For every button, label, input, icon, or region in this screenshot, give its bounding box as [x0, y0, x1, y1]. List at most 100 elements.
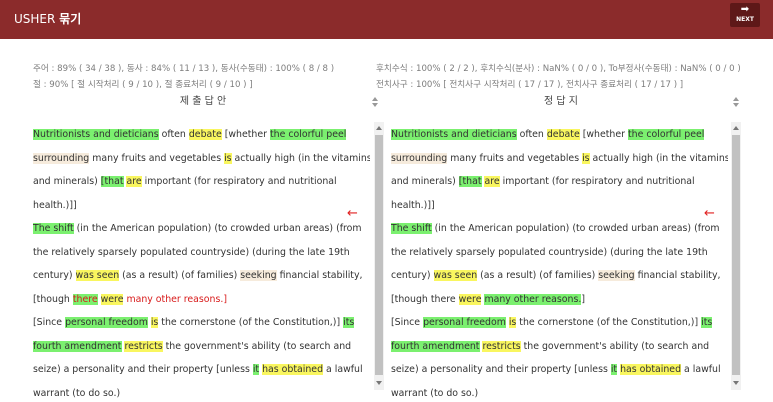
text-fragment: surrounding: [33, 152, 90, 164]
text-fragment: a lawful: [681, 364, 721, 375]
text-fragment: warrant (to do so.): [33, 387, 121, 399]
app-title-plain: USHER: [14, 12, 60, 26]
text-fragment: [that: [100, 176, 124, 187]
text-fragment: the government's ability (to search and: [520, 340, 710, 352]
text-line: [Since personal freedom is the cornersto…: [33, 311, 370, 335]
text-line: seize) a personality and their property …: [33, 358, 370, 382]
text-fragment: were: [458, 293, 482, 305]
left-title-spinner-icon[interactable]: [372, 96, 379, 108]
left-scrollbar[interactable]: [374, 122, 384, 390]
text-fragment: the relatively sparsely populated countr…: [391, 246, 708, 258]
text-fragment: the cornerstone (of the Constitution,)]: [516, 317, 702, 328]
text-line: the relatively sparsely populated countr…: [33, 241, 370, 265]
text-fragment: [Since: [33, 317, 66, 328]
text-fragment: important (for respiratory and nutrition…: [499, 176, 695, 187]
text-line: fourth amendment restricts the governmen…: [391, 335, 728, 359]
text-fragment: its: [343, 317, 355, 328]
text-fragment: The shift: [391, 223, 432, 234]
text-fragment: often: [158, 129, 189, 140]
text-fragment: The shift: [33, 223, 74, 234]
text-fragment: is: [224, 152, 232, 164]
text-fragment: personal freedom: [65, 317, 148, 328]
text-fragment: a lawful: [323, 364, 363, 375]
text-fragment: (in the American population) (to crowded…: [431, 223, 720, 234]
right-title-spinner-icon[interactable]: [733, 96, 740, 108]
text-fragment: [though: [33, 293, 73, 305]
text-fragment: important (for respiratory and nutrition…: [141, 176, 337, 187]
text-fragment: has obtained: [620, 364, 682, 375]
text-line: Nutritionists and dieticians often debat…: [391, 123, 728, 147]
text-line: health.)]]: [33, 194, 370, 218]
text-fragment: the cornerstone (of the Constitution,)]: [158, 317, 344, 328]
scroll-down-icon[interactable]: [376, 381, 382, 385]
text-fragment: many other reasons.]: [123, 293, 228, 305]
text-fragment: (as a result) (of families): [477, 270, 599, 281]
next-button[interactable]: ➡ NEXT: [730, 3, 760, 27]
text-fragment: are: [484, 176, 500, 187]
scroll-thumb[interactable]: [732, 135, 740, 375]
text-line: century) was seen (as a result) (of fami…: [33, 264, 370, 288]
right-scrollbar[interactable]: [731, 122, 741, 390]
left-marker-arrow-icon: ←: [347, 206, 358, 221]
text-fragment: and minerals): [33, 176, 101, 187]
text-fragment: (as a result) (of families): [119, 270, 241, 281]
left-stats-line-1: 주어 : 89% ( 34 / 38 ), 동사 : 84% ( 11 / 13…: [33, 64, 335, 74]
left-pane-title: 제 출 답 안: [179, 96, 227, 107]
text-line: The shift (in the American population) (…: [391, 217, 728, 241]
text-fragment: restricts: [482, 340, 521, 352]
text-fragment: personal freedom: [423, 317, 506, 328]
text-fragment: were: [100, 293, 124, 305]
scroll-thumb[interactable]: [375, 135, 383, 375]
text-fragment: ]: [581, 293, 586, 305]
submitted-answer-pane[interactable]: Nutritionists and dieticians often debat…: [33, 122, 370, 400]
text-line: warrant (to do so.): [391, 382, 728, 401]
text-fragment: health.)]]: [391, 199, 435, 211]
text-fragment: warrant (to do so.): [391, 387, 479, 399]
scroll-up-icon[interactable]: [733, 126, 739, 130]
text-line: century) was seen (as a result) (of fami…: [391, 264, 728, 288]
scroll-down-icon[interactable]: [733, 381, 739, 385]
text-fragment: seize) a personality and their property …: [391, 364, 611, 375]
text-line: and minerals) [that are important (for r…: [391, 170, 728, 194]
text-fragment: (in the American population) (to crowded…: [73, 223, 362, 234]
next-button-label: NEXT: [736, 16, 754, 23]
text-fragment: health.)]]: [33, 199, 77, 211]
text-line: The shift (in the American population) (…: [33, 217, 370, 241]
text-line: Nutritionists and dieticians often debat…: [33, 123, 370, 147]
text-line: health.)]]: [391, 194, 728, 218]
text-line: the relatively sparsely populated countr…: [391, 241, 728, 265]
answer-key-text: Nutritionists and dieticians often debat…: [391, 123, 728, 400]
text-fragment: was seen: [75, 270, 120, 281]
scroll-up-icon[interactable]: [376, 126, 382, 130]
text-fragment: the colorful peel: [627, 129, 705, 140]
text-line: [Since personal freedom is the cornersto…: [391, 311, 728, 335]
text-fragment: was seen: [433, 270, 478, 281]
text-fragment: many fruits and vegetables: [89, 152, 225, 164]
text-fragment: the relatively sparsely populated countr…: [33, 246, 350, 258]
text-line: [though there were many other reasons.]: [391, 288, 728, 312]
submitted-answer-text: Nutritionists and dieticians often debat…: [33, 123, 370, 400]
text-fragment: debate: [546, 129, 580, 140]
text-fragment: many fruits and vegetables: [447, 152, 583, 164]
text-fragment: the colorful peel: [269, 129, 347, 140]
text-fragment: fourth amendment: [391, 340, 480, 352]
next-arrow-icon: ➡: [740, 4, 750, 15]
text-fragment: the government's ability (to search and: [162, 340, 352, 352]
text-fragment: surrounding: [391, 152, 448, 164]
text-fragment: restricts: [124, 340, 163, 352]
text-fragment: century): [391, 270, 434, 281]
app-title: USHER 묶기: [14, 12, 81, 26]
text-fragment: [whether: [579, 129, 628, 140]
text-fragment: actually high (in the vitamins: [231, 152, 370, 164]
app-title-bold: 묶기: [59, 12, 82, 26]
text-fragment: is: [582, 152, 590, 164]
text-fragment: [Since: [391, 317, 424, 328]
right-marker-arrow-icon: ←: [704, 206, 715, 221]
top-bar: USHER 묶기 ➡ NEXT: [0, 0, 773, 39]
text-fragment: its: [701, 317, 713, 328]
text-fragment: often: [516, 129, 547, 140]
text-fragment: there: [72, 293, 98, 305]
text-fragment: [that: [458, 176, 482, 187]
right-stats-line-2: 전치사구 : 100% [ 전치사구 시작처리 ( 17 / 17 ), 전치사…: [376, 80, 684, 90]
answer-key-pane[interactable]: Nutritionists and dieticians often debat…: [391, 122, 728, 400]
